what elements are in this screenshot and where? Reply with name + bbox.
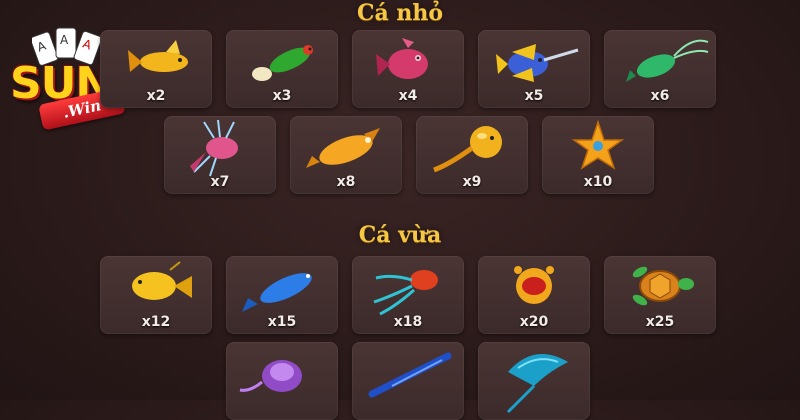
multiplier-label: x15 bbox=[267, 314, 297, 330]
svg-text:A: A bbox=[60, 33, 69, 47]
fish-card[interactable]: x3 bbox=[226, 30, 338, 108]
manta-ray-icon bbox=[506, 354, 568, 414]
fish-card[interactable] bbox=[478, 342, 590, 420]
fish-card[interactable]: x9 bbox=[416, 116, 528, 194]
multiplier-label: x18 bbox=[393, 314, 423, 330]
fish-card[interactable]: x5 bbox=[478, 30, 590, 108]
multiplier-label: x12 bbox=[141, 314, 171, 330]
fish-card[interactable]: x4 bbox=[352, 30, 464, 108]
needlefish-icon bbox=[368, 352, 452, 398]
section-title-medium-fish: Cá vừa bbox=[358, 222, 442, 248]
fish-card[interactable] bbox=[226, 342, 338, 420]
fish-card[interactable]: x20 bbox=[478, 256, 590, 334]
multiplier-label: x9 bbox=[462, 174, 482, 190]
fish-card[interactable]: x25 bbox=[604, 256, 716, 334]
multiplier-label: x25 bbox=[645, 314, 675, 330]
multiplier-label: x6 bbox=[650, 88, 670, 104]
multiplier-label: x5 bbox=[524, 88, 544, 104]
fish-card[interactable]: x18 bbox=[352, 256, 464, 334]
fish-card[interactable]: x8 bbox=[290, 116, 402, 194]
multiplier-label: x3 bbox=[272, 88, 292, 104]
fish-card[interactable] bbox=[352, 342, 464, 420]
fish-card[interactable]: x6 bbox=[604, 30, 716, 108]
multiplier-label: x4 bbox=[398, 88, 418, 104]
multiplier-label: x10 bbox=[583, 174, 613, 190]
multiplier-label: x2 bbox=[146, 88, 166, 104]
multiplier-label: x20 bbox=[519, 314, 549, 330]
fish-card[interactable]: x2 bbox=[100, 30, 212, 108]
section-title-small-fish: Cá nhỏ bbox=[356, 0, 444, 26]
fish-card[interactable]: x15 bbox=[226, 256, 338, 334]
fish-card[interactable]: x10 bbox=[542, 116, 654, 194]
purple-jellyfish-icon bbox=[239, 360, 302, 392]
fish-card[interactable]: x7 bbox=[164, 116, 276, 194]
multiplier-label: x8 bbox=[336, 174, 356, 190]
fish-card[interactable]: x12 bbox=[100, 256, 212, 334]
multiplier-label: x7 bbox=[210, 174, 230, 190]
